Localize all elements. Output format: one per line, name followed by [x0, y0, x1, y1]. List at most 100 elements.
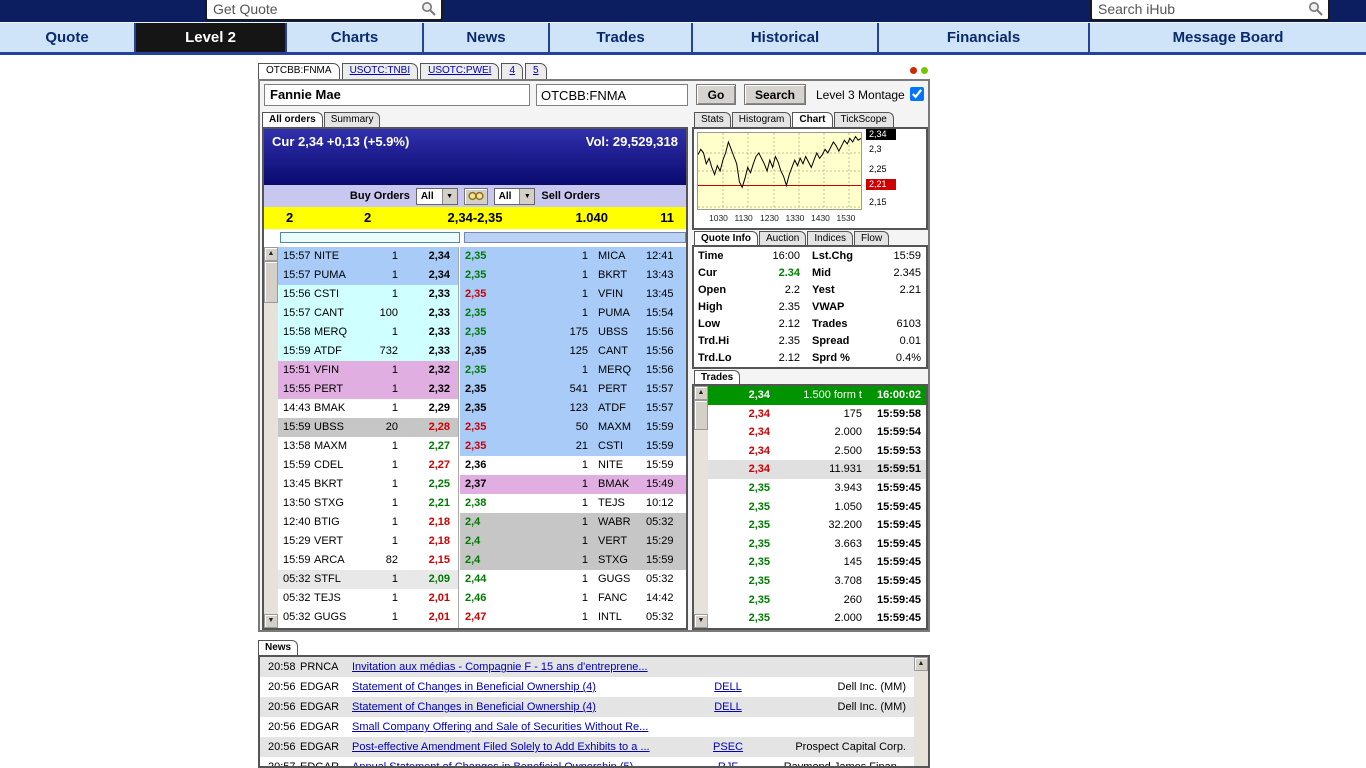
ask-row[interactable]: 2,38 1 TEJS 10:12 [460, 494, 686, 513]
bid-row[interactable]: 14:43 BMAK 1 2,29 [278, 399, 458, 418]
news-scrollbar[interactable]: ▲ [914, 657, 928, 766]
bid-row[interactable]: 15:59 ARCA 82 2,15 [278, 551, 458, 570]
scroll-down-icon[interactable]: ▼ [264, 614, 278, 628]
symbol-input[interactable] [536, 84, 688, 106]
bid-row[interactable]: 15:57 NITE 1 2,34 [278, 247, 458, 266]
news-row[interactable]: 20:58 PRNCA Invitation aux médias - Comp… [260, 657, 914, 677]
bid-row[interactable]: 12:40 BTIG 1 2,18 [278, 513, 458, 532]
bid-row[interactable]: 15:58 MERQ 1 2,33 [278, 323, 458, 342]
ask-row[interactable]: 2,35 21 CSTI 15:59 [460, 437, 686, 456]
ask-row[interactable]: 2,47 1 INTL 05:32 [460, 608, 686, 627]
nav-tab[interactable]: Message Board [1090, 23, 1366, 52]
nav-tab[interactable]: Financials [879, 23, 1090, 52]
chevron-down-icon[interactable]: ▼ [519, 189, 534, 204]
scroll-up-icon[interactable]: ▲ [914, 657, 928, 671]
nav-tab[interactable]: Historical [693, 23, 879, 52]
ask-row[interactable]: 2,35 50 MAXM 15:59 [460, 418, 686, 437]
news-symbol-link[interactable]: PSEC [692, 737, 764, 757]
news-symbol-link[interactable]: DELL [692, 677, 764, 697]
ask-row[interactable]: 2,35 1 BKRT 13:43 [460, 266, 686, 285]
scrollbar-thumb[interactable] [694, 400, 708, 430]
ask-row[interactable]: 2,35 1 MICA 12:41 [460, 247, 686, 266]
bid-row[interactable]: 15:59 CDEL 1 2,27 [278, 456, 458, 475]
ask-row[interactable]: 2,4 1 STXG 15:59 [460, 551, 686, 570]
ask-row[interactable]: 2,35 123 ATDF 15:57 [460, 399, 686, 418]
go-button[interactable]: Go [696, 84, 736, 105]
news-row[interactable]: 20:56 EDGAR Statement of Changes in Bene… [260, 697, 914, 717]
level2-scrollbar[interactable]: ▲ ▼ [264, 247, 278, 628]
news-headline-link[interactable]: Invitation aux médias - Compagnie F - 15… [352, 657, 692, 677]
symbol-tab[interactable]: 5 [525, 63, 547, 79]
news-symbol-link[interactable]: RJF [692, 757, 764, 766]
news-row[interactable]: 20:56 EDGAR Small Company Offering and S… [260, 717, 914, 737]
trades-tab[interactable]: Trades [694, 370, 740, 385]
ask-row[interactable]: 2,37 1 BMAK 15:49 [460, 475, 686, 494]
bid-row[interactable]: 15:59 ATDF 732 2,33 [278, 342, 458, 361]
nav-tab[interactable]: News [424, 23, 550, 52]
ask-row[interactable]: 2,35 1 PUMA 15:54 [460, 304, 686, 323]
news-headline-link[interactable]: Small Company Offering and Sale of Secur… [352, 717, 692, 737]
ask-row[interactable]: 2,44 1 GUGS 05:32 [460, 570, 686, 589]
bid-row[interactable]: 15:59 UBSS 20 2,28 [278, 418, 458, 437]
orders-tab[interactable]: All orders [262, 112, 323, 127]
get-quote-box[interactable] [205, 0, 443, 21]
ask-row[interactable]: 2,35 125 CANT 15:56 [460, 342, 686, 361]
scrollbar-thumb[interactable] [264, 261, 278, 303]
get-quote-input[interactable] [213, 1, 421, 17]
trade-row[interactable]: 2,34 2.500 15:59:53 [708, 442, 926, 461]
trade-row[interactable]: 2,35 145 15:59:45 [708, 553, 926, 572]
scroll-up-icon[interactable]: ▲ [694, 386, 708, 400]
trade-row[interactable]: 2,34 1.500 form t 16:00:02 [708, 386, 926, 405]
quote-tab[interactable]: Flow [854, 231, 889, 246]
bid-row[interactable]: 15:56 CSTI 1 2,33 [278, 285, 458, 304]
symbol-tab[interactable]: 4 [501, 63, 523, 79]
ask-row[interactable]: 2,46 1 FANC 14:42 [460, 589, 686, 608]
news-tab[interactable]: News [258, 640, 298, 655]
trade-row[interactable]: 2,35 32.200 15:59:45 [708, 516, 926, 535]
orders-tab[interactable]: Summary [324, 112, 381, 127]
nav-tab[interactable]: Charts [287, 23, 424, 52]
bid-row[interactable]: 13:45 BKRT 1 2,25 [278, 475, 458, 494]
bid-row[interactable]: 05:32 GUGS 1 2,01 [278, 608, 458, 627]
symbol-tab[interactable]: USOTC:PWEI [420, 63, 499, 79]
bid-row[interactable]: 15:55 PERT 1 2,32 [278, 380, 458, 399]
scroll-down-icon[interactable]: ▼ [694, 614, 708, 628]
ask-row[interactable]: 2,4 1 WABR 05:32 [460, 513, 686, 532]
chart-tab[interactable]: Chart [792, 112, 832, 127]
bid-row[interactable]: 13:58 MAXM 1 2,27 [278, 437, 458, 456]
news-row[interactable]: 20:56 EDGAR Statement of Changes in Bene… [260, 677, 914, 697]
quote-tab[interactable]: Quote Info [694, 231, 758, 246]
scroll-up-icon[interactable]: ▲ [264, 247, 278, 261]
search-icon[interactable] [1308, 1, 1324, 17]
trades-scrollbar[interactable]: ▲ ▼ [694, 386, 708, 628]
chart-tab[interactable]: TickScope [834, 112, 894, 127]
ask-row[interactable]: 2,35 175 UBSS 15:56 [460, 323, 686, 342]
bid-row[interactable]: 15:51 VFIN 1 2,32 [278, 361, 458, 380]
news-row[interactable]: 20:57 EDGAR Annual Statement of Changes … [260, 757, 914, 766]
chart-tab[interactable]: Histogram [732, 112, 792, 127]
trade-row[interactable]: 2,35 260 15:59:45 [708, 591, 926, 610]
search-button[interactable]: Search [744, 84, 806, 105]
bid-row[interactable]: 15:29 VERT 1 2,18 [278, 532, 458, 551]
news-symbol-link[interactable] [692, 657, 764, 677]
ask-row[interactable]: 2,35 1 VFIN 13:45 [460, 285, 686, 304]
bid-row[interactable]: 05:32 TEJS 1 2,01 [278, 589, 458, 608]
bid-row[interactable]: 13:50 STXG 1 2,21 [278, 494, 458, 513]
trade-row[interactable]: 2,35 1.050 15:59:45 [708, 498, 926, 517]
symbol-tab[interactable]: OTCBB:FNMA [258, 63, 340, 79]
nav-tab[interactable]: Trades [550, 23, 693, 52]
news-row[interactable]: 20:56 EDGAR Post-effective Amendment Fil… [260, 737, 914, 757]
search-icon[interactable] [421, 1, 437, 17]
news-headline-link[interactable]: Post-effective Amendment Filed Solely to… [352, 737, 692, 757]
search-ihub-input[interactable] [1098, 1, 1308, 17]
level3-montage-checkbox[interactable] [910, 87, 924, 101]
link-filters-button[interactable] [464, 188, 488, 205]
search-ihub-box[interactable] [1090, 0, 1330, 21]
bid-row[interactable]: 15:57 CANT 100 2,33 [278, 304, 458, 323]
bid-row[interactable]: 05:32 STFL 1 2,09 [278, 570, 458, 589]
chart-tab[interactable]: Stats [694, 112, 731, 127]
ask-row[interactable]: 2,4 1 VERT 15:29 [460, 532, 686, 551]
symbol-tab[interactable]: USOTC:TNBI [342, 63, 419, 79]
news-headline-link[interactable]: Statement of Changes in Beneficial Owner… [352, 697, 692, 717]
bid-row[interactable]: 15:57 PUMA 1 2,34 [278, 266, 458, 285]
